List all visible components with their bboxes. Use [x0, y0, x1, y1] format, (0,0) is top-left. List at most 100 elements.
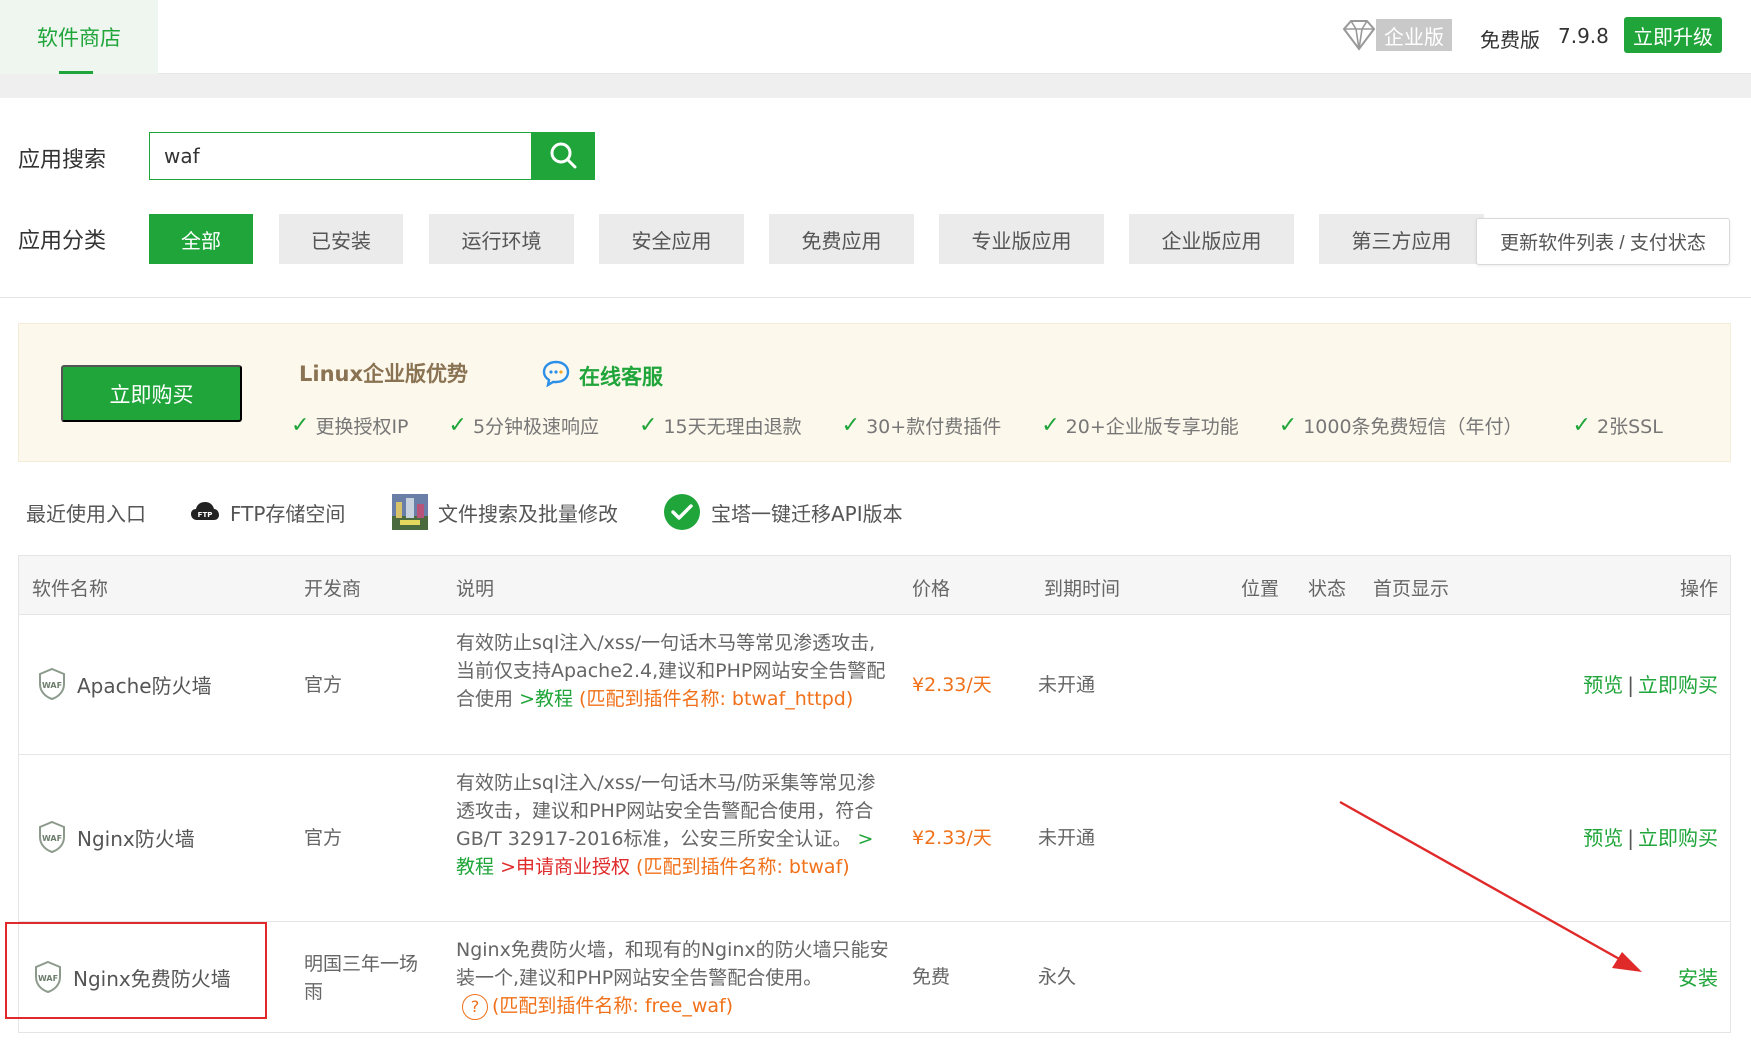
developer: 明国三年一场雨: [304, 953, 419, 1003]
benefit-label: 更换授权IP: [315, 416, 409, 438]
waf-shield-icon: WAF: [37, 667, 67, 701]
table-row: WAF Nginx免费防火墙 明国三年一场雨 Nginx免费防火墙，和现有的Ng…: [19, 922, 1730, 1032]
benefit-label: 2张SSL: [1596, 416, 1663, 438]
benefit-item: ✓ 2张SSL: [1573, 412, 1663, 439]
recent-item-file-search[interactable]: 文件搜索及批量修改: [392, 494, 618, 530]
recent-item-label: FTP存储空间: [230, 501, 346, 526]
search-icon: [549, 141, 577, 172]
enterprise-label: 企业版: [1376, 19, 1452, 51]
category-label: 应用分类: [18, 229, 107, 254]
category-free[interactable]: 免费应用: [769, 214, 914, 264]
benefit-label: 20+企业版专享功能: [1065, 416, 1239, 438]
op-separator: |: [1627, 673, 1634, 697]
price: ¥2.33/天: [912, 674, 992, 696]
category-third-party[interactable]: 第三方应用: [1319, 214, 1484, 264]
chat-bubble-icon: [541, 359, 579, 392]
benefit-list: ✓ 更换授权IP ✓ 5分钟极速响应 ✓ 15天无理由退款 ✓ 30+款付费插件 ✓ 20…: [291, 412, 1663, 439]
promo-title: Linux企业版优势: [299, 362, 469, 386]
col-price: 价格: [912, 578, 951, 600]
svg-text:WAF: WAF: [42, 681, 62, 690]
search-label: 应用搜索: [18, 148, 107, 173]
category-installed[interactable]: 已安装: [279, 214, 403, 264]
software-name-label: Nginx防火墙: [77, 826, 195, 851]
col-description: 说明: [456, 578, 495, 600]
online-service-link[interactable]: 在线客服: [541, 359, 663, 392]
search-button[interactable]: [531, 132, 595, 180]
operations: 预览 | 立即购买: [1583, 669, 1718, 698]
benefit-label: 15天无理由退款: [663, 416, 802, 438]
check-icon: ✓: [291, 413, 310, 438]
svg-text:WAF: WAF: [42, 834, 62, 843]
table-row: WAF Apache防火墙 官方 有效防止sql注入/xss/一句话木马等常见渗…: [19, 615, 1730, 755]
recent-item-migrate[interactable]: 宝塔一键迁移API版本: [663, 494, 903, 530]
operations: 安装: [1678, 962, 1718, 991]
install-link[interactable]: 安装: [1678, 966, 1718, 990]
online-service-label: 在线客服: [579, 364, 663, 389]
category-all[interactable]: 全部: [149, 214, 253, 264]
col-operations: 操作: [1679, 578, 1718, 600]
tab-software-store-label: 软件商店: [37, 26, 121, 50]
check-icon: ✓: [1041, 413, 1060, 438]
developer: 官方: [304, 827, 343, 849]
table-header: 软件名称 开发商 说明 价格 到期时间 位置 状态 首页显示 操作: [19, 556, 1730, 615]
preview-link[interactable]: 预览: [1583, 673, 1623, 697]
free-edition-label: 免费版: [1480, 28, 1540, 52]
benefit-item: ✓ 30+款付费插件: [842, 412, 1002, 439]
highlight-box: [5, 922, 267, 1019]
benefit-item: ✓ 20+企业版专享功能: [1041, 412, 1239, 439]
software-name-label: Apache防火墙: [77, 673, 212, 698]
benefit-item: ✓ 15天无理由退款: [639, 412, 802, 439]
col-name: 软件名称: [32, 578, 109, 600]
price: 免费: [912, 966, 951, 988]
ftp-cloud-icon: FTP: [190, 500, 220, 524]
developer: 官方: [304, 674, 343, 696]
check-icon: ✓: [639, 413, 658, 438]
upgrade-button[interactable]: 立即升级: [1624, 17, 1722, 53]
description-text: 有效防止sql注入/xss/一句话木马/防采集等常见渗透攻击，建议和PHP网站安…: [456, 772, 876, 850]
enterprise-badge[interactable]: 企业版: [1340, 18, 1460, 52]
col-status: 状态: [1308, 578, 1347, 600]
buy-now-button[interactable]: 立即购买: [61, 365, 242, 422]
recent-item-label: 文件搜索及批量修改: [438, 501, 618, 526]
software-name[interactable]: WAF Nginx防火墙: [37, 820, 195, 854]
search-input[interactable]: [149, 132, 532, 180]
recent-item-ftp[interactable]: FTP FTP存储空间: [190, 494, 345, 530]
check-icon: ✓: [1278, 413, 1298, 438]
category-pro[interactable]: 专业版应用: [939, 214, 1104, 264]
benefit-item: ✓ 1000条免费短信（年付）: [1279, 412, 1523, 439]
commercial-license-link[interactable]: >申请商业授权: [500, 856, 630, 878]
col-home-display: 首页显示: [1373, 578, 1450, 600]
col-expire: 到期时间: [1044, 578, 1121, 600]
category-enterprise[interactable]: 企业版应用: [1129, 214, 1294, 264]
help-icon[interactable]: ?: [462, 994, 488, 1020]
diamond-icon: [1340, 18, 1378, 52]
table-row: WAF Nginx防火墙 官方 有效防止sql注入/xss/一句话木马/防采集等…: [19, 755, 1730, 922]
match-note: (匹配到插件名称: btwaf): [636, 856, 850, 878]
benefit-label: 30+款付费插件: [866, 416, 1002, 438]
enterprise-promo-banner: 立即购买 Linux企业版优势 在线客服 ✓ 更换授权IP ✓ 5分钟极速响应 ✓ 1…: [18, 323, 1731, 462]
benefit-label: 5分钟极速响应: [472, 416, 600, 438]
buy-now-link[interactable]: 立即购买: [1638, 826, 1718, 850]
category-security[interactable]: 安全应用: [599, 214, 744, 264]
software-name[interactable]: WAF Apache防火墙: [37, 667, 212, 701]
waf-shield-icon: WAF: [37, 820, 67, 854]
recent-label: 最近使用入口: [26, 501, 146, 526]
check-circle-icon: [663, 493, 701, 531]
expire-time: 永久: [1038, 966, 1077, 988]
check-icon: ✓: [1572, 413, 1591, 438]
tab-software-store[interactable]: 软件商店: [0, 0, 158, 74]
price: ¥2.33/天: [912, 827, 992, 849]
description: 有效防止sql注入/xss/一句话木马/防采集等常见渗透攻击，建议和PHP网站安…: [456, 769, 891, 881]
refresh-list-button[interactable]: 更新软件列表 / 支付状态: [1476, 218, 1730, 265]
description: 有效防止sql注入/xss/一句话木马等常见渗透攻击,当前仅支持Apache2.…: [456, 629, 891, 713]
preview-link[interactable]: 预览: [1583, 826, 1623, 850]
expire-time: 未开通: [1038, 827, 1096, 849]
tutorial-link[interactable]: >教程: [519, 688, 573, 710]
op-separator: |: [1627, 826, 1634, 850]
col-position: 位置: [1241, 578, 1280, 600]
description: Nginx免费防火墙，和现有的Nginx的防火墙只能安装一个,建议和PHP网站安…: [456, 936, 891, 1020]
check-icon: ✓: [841, 413, 861, 438]
category-runtime[interactable]: 运行环境: [429, 214, 574, 264]
buy-now-link[interactable]: 立即购买: [1638, 673, 1718, 697]
svg-text:FTP: FTP: [198, 511, 213, 519]
